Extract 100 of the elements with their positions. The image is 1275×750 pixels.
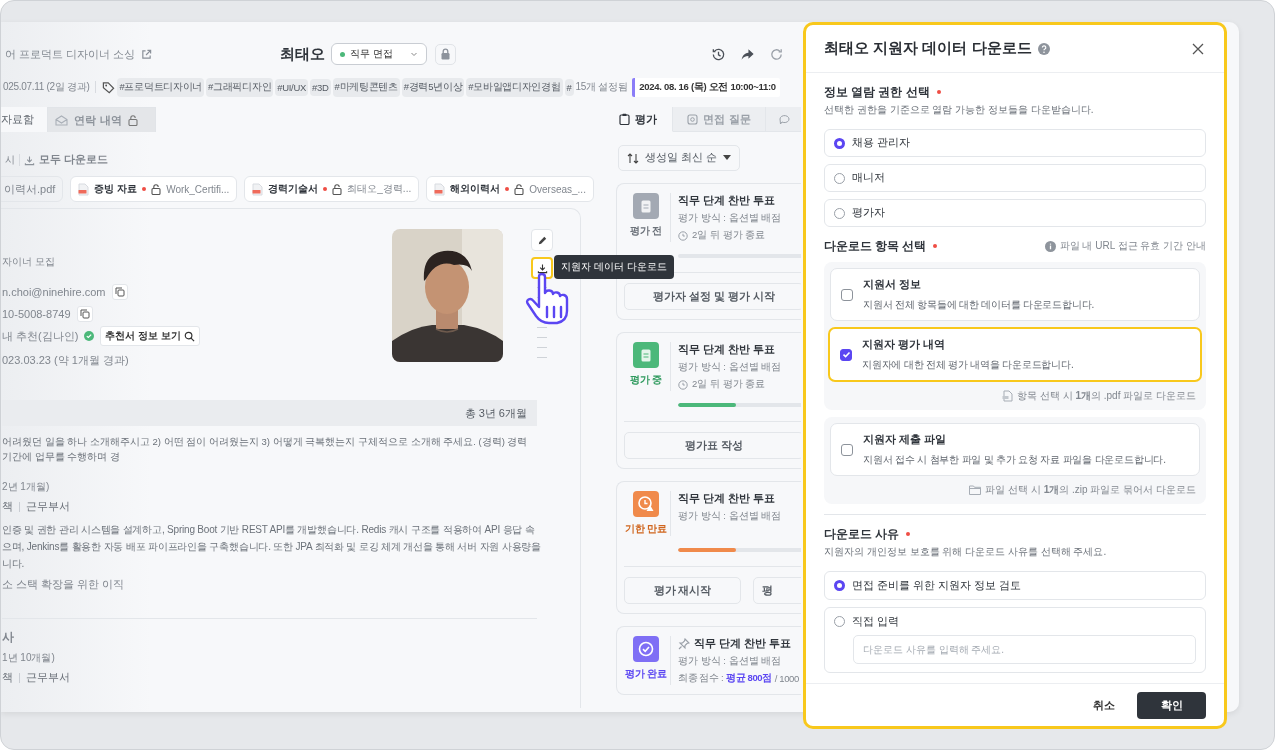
section-description: 선택한 권한을 기준으로 열람 가능한 정보들을 다운받습니다. (824, 103, 1095, 117)
deadline-text: 2일 뒤 평가 종료 (692, 229, 766, 242)
history-icon[interactable] (711, 46, 726, 62)
evaluation-action-button[interactable]: 평가표 작성 (624, 432, 801, 459)
file-chip[interactable]: 증빙 자료 Work_Certifi... (70, 176, 238, 202)
clipboard-icon (619, 113, 630, 125)
tag-chip: #마케팅콘텐츠 (332, 77, 400, 97)
group-note: 파일 선택 시 1개의 .zip 파일로 묶어서 다운로드 (985, 483, 1196, 497)
chat-icon (779, 113, 792, 125)
radio-option[interactable]: 채용 관리자 (824, 129, 1206, 157)
external-link-icon[interactable] (141, 48, 153, 60)
tag-chip: #프로덕트디자이너 (117, 77, 205, 97)
evaluation-action-button[interactable]: 평가자 설정 및 평가 시작 (624, 283, 801, 310)
pdf-file-icon (252, 182, 264, 196)
referral-text: 내 추천(김나인) (2, 328, 79, 344)
tag-icon (102, 80, 116, 94)
section-title: 정보 열람 권한 선택 (824, 84, 930, 100)
radio-option[interactable]: 직접 입력 (825, 608, 1205, 635)
checkbox-item[interactable]: 지원자 제출 파일 지원서 접수 시 첨부한 파일 및 추가 요청 자료 파일을 다운로드합니다. (830, 423, 1200, 476)
caret-icon (410, 50, 418, 58)
date-text: 023.03.23 (약 1개월 경과) (2, 353, 130, 368)
file-chip[interactable]: 해외이력서 Overseas_... (426, 176, 594, 202)
role-text: 책 (2, 499, 13, 514)
panel-tab[interactable]: 자료함 (1, 107, 48, 132)
evaluation-title: 직무 단계 찬반 투표 (694, 636, 792, 651)
schedule-chip[interactable]: 2024. 08. 16 (목) 오전 10:00~11:0 (632, 77, 780, 97)
lock-icon (440, 48, 451, 60)
evaluation-action-button[interactable]: 평 (753, 577, 801, 604)
work-description: 인증 및 권한 관리 시스템을 설계하고, Spring Boot 기반 REST API를 개발했습니다. Redis 캐시 구조를 적용하여 API 응답 속 으며, Jenkins를 활용한 자동 배포 파이프라인을 구축했습니다. 또한 JPA 최적화 및 로깅 체계 개선을 통해 서버 자원 사용량을 니다. (2, 523, 542, 571)
file-chip[interactable]: 경력기술서 최태오_경력... (244, 176, 420, 202)
status-label: 평가 완료 (624, 667, 668, 681)
status-icon (633, 491, 659, 517)
copy-icon (114, 287, 125, 297)
tag-chip: #UI/UX (275, 78, 309, 96)
sort-dropdown[interactable]: 생성일 최신 순 (618, 145, 740, 171)
group-note: 항목 선택 시 1개의 .pdf 파일로 다운로드 (1017, 389, 1196, 403)
score-value: 평균 800점 (726, 672, 772, 685)
sort-icon (627, 152, 639, 164)
cancel-button[interactable]: 취소 (1087, 696, 1121, 714)
pin-icon[interactable] (678, 637, 690, 650)
deadline-text: 2일 뒤 평가 종료 (692, 378, 766, 391)
caret-icon (722, 155, 731, 161)
tag-chip: #그래픽디자인 (206, 77, 274, 97)
email-text: n.choi@ninehire.com (2, 286, 106, 298)
radio-option[interactable]: 평가자 (824, 199, 1206, 227)
status-label: 기한 만료 (624, 522, 668, 536)
company-name: 사 (2, 629, 15, 646)
section-description: 지원자의 개인정보 보호를 위해 다운로드 사유를 선택해 주세요. (824, 545, 1108, 559)
copy-button[interactable] (111, 284, 128, 300)
reason-input[interactable]: 다운로드 사유를 입력해 주세요. (853, 635, 1196, 664)
status-label: 평가 전 (629, 224, 663, 238)
work-period: 2년 1개월) (2, 480, 51, 494)
search-icon (183, 330, 195, 342)
career-total: 총 3년 6개월 (464, 405, 527, 421)
folder-icon (969, 485, 982, 495)
dialog-title: 최태오 지원자 데이터 다운로드 (824, 39, 1032, 58)
evaluation-title: 직무 단계 찬반 투표 (678, 193, 776, 208)
status-label: 평가 중 (629, 373, 663, 387)
document-icon (1002, 390, 1014, 402)
confirm-button[interactable]: 확인 (1137, 691, 1206, 719)
copy-icon (79, 309, 90, 319)
evaluation-action-button[interactable]: 평가 재시작 (624, 577, 741, 604)
download-button[interactable] (531, 257, 553, 279)
checkbox-item[interactable]: 지원서 정보 지원서 전체 항목들에 대한 데이터를 다운로드합니다. (830, 268, 1200, 321)
radio-option[interactable]: 매니저 (824, 164, 1206, 192)
checkbox-item[interactable]: 지원자 평가 내역 지원자에 대한 전체 평가 내역을 다운로드합니다. (828, 327, 1202, 382)
clock-icon (678, 230, 688, 241)
work-period: 1년 10개월) (2, 651, 56, 665)
question-text: 어려웠던 일을 하나 소개해주시고 2) 어떤 점이 어려웠는지 3) 어떻게 극복했는지 구체적으로 소개해 주세요. (경력) 경력 기간에 업무를 수행하며 경 (2, 435, 529, 464)
evaluation-title: 직무 단계 찬반 투표 (678, 491, 776, 506)
close-icon (1192, 42, 1204, 55)
clock-icon (678, 379, 688, 390)
share-icon[interactable] (740, 46, 755, 62)
tag-chip: #경력5년이상 (401, 77, 465, 97)
evaluation-tab[interactable] (766, 107, 801, 132)
section-title: 다운로드 사유 (824, 526, 900, 542)
tag-chip: #모바일앱디자인경험 (466, 77, 563, 97)
refresh-icon[interactable] (769, 46, 784, 62)
tag-count[interactable]: 15개 설정됨 (575, 80, 628, 94)
tag-chip: #3D (310, 78, 331, 96)
radio-option[interactable]: 면접 준비를 위한 지원자 정보 검토 (825, 572, 1205, 599)
evaluation-method: 평가 방식 : 옵션별 배점 (678, 361, 782, 374)
stage-dropdown[interactable]: 직무 면접 (331, 43, 427, 65)
help-link[interactable]: 파일 내 URL 접근 유효 기간 안내 (1044, 239, 1206, 253)
files-label: 시 (5, 153, 15, 167)
section-title: 다운로드 항목 선택 (824, 238, 927, 254)
pdf-file-icon (434, 182, 446, 196)
evaluation-method: 평가 방식 : 옵션별 배점 (678, 212, 782, 225)
tag-chip: # (564, 78, 574, 96)
score-label: 최종 점수 : (678, 672, 724, 685)
evaluation-method: 평가 방식 : 옵션별 배점 (678, 510, 782, 523)
edit-button[interactable] (531, 229, 553, 251)
tooltip: 지원자 데이터 다운로드 (554, 255, 674, 279)
lock-button[interactable] (435, 43, 456, 65)
posting-label: 자이너 모집 (2, 255, 56, 269)
copy-button[interactable] (76, 306, 93, 322)
applied-date: 025.07.11 (2일 경과) (3, 80, 90, 94)
help-icon[interactable] (1037, 42, 1050, 55)
referral-button[interactable]: 추천서 정보 보기 (100, 326, 200, 346)
camera-icon (687, 113, 699, 125)
